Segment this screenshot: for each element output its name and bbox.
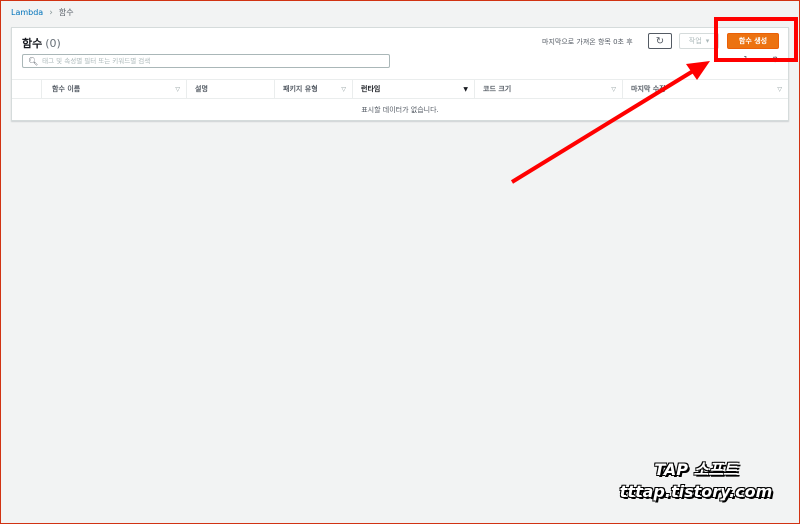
create-function-button[interactable]: 함수 생성 xyxy=(727,33,779,49)
sort-icon[interactable]: ▽ xyxy=(341,86,346,93)
column-label: 런타임 xyxy=(361,85,381,93)
column-header-runtime[interactable]: 런타임 ▼ xyxy=(353,80,475,98)
watermark-title: TAP 소프트 xyxy=(654,460,738,479)
sort-icon[interactable]: ▽ xyxy=(611,86,616,93)
select-column xyxy=(12,80,42,98)
column-header-package-type[interactable]: 패키지 유형 ▽ xyxy=(275,80,353,98)
refresh-icon: ↻ xyxy=(655,35,665,47)
pagination: ‹ 1 › ⚙ xyxy=(730,55,779,64)
actions-label: 작업 xyxy=(688,37,702,45)
column-label: 설명 xyxy=(195,85,208,93)
search-icon: 🔍︎ xyxy=(28,56,39,66)
refresh-button[interactable]: ↻ xyxy=(648,33,672,49)
breadcrumb-current: 함수 xyxy=(58,8,74,17)
sort-icon[interactable]: ▽ xyxy=(175,86,180,93)
column-label: 코드 크기 xyxy=(483,85,512,93)
page-title-text: 함수 xyxy=(22,37,43,50)
prev-page-button[interactable]: ‹ xyxy=(730,55,733,64)
breadcrumb: Lambda › 함수 xyxy=(11,7,74,18)
column-label: 함수 이름 xyxy=(52,85,81,93)
search-input[interactable] xyxy=(42,57,383,65)
watermark-url: tttap.tistory.com xyxy=(619,482,773,501)
caret-down-icon: ▾ xyxy=(705,37,710,45)
chevron-right-icon: › xyxy=(49,7,53,18)
functions-panel: 함수 (0) 마지막으로 가져온 항목 0초 후 ↻ 작업 ▾ 함수 생성 🔍︎ … xyxy=(11,27,789,121)
watermark: TAP 소프트 tttap.tistory.com xyxy=(616,456,776,501)
gear-icon[interactable]: ⚙ xyxy=(772,55,779,64)
sort-icon[interactable]: ▼ xyxy=(463,86,468,93)
page-title: 함수 (0) xyxy=(22,35,61,51)
column-header-function-name[interactable]: 함수 이름 ▽ xyxy=(42,80,187,98)
function-count: (0) xyxy=(45,37,61,50)
breadcrumb-lambda-link[interactable]: Lambda xyxy=(11,8,43,17)
column-header-last-modified[interactable]: 마지막 수정 ▽ xyxy=(623,80,788,98)
search-box: 🔍︎ xyxy=(22,54,390,68)
actions-dropdown[interactable]: 작업 ▾ xyxy=(679,33,719,49)
page-number[interactable]: 1 xyxy=(743,55,748,64)
column-header-description: 설명 xyxy=(187,80,275,98)
column-label: 패키지 유형 xyxy=(283,85,318,93)
next-page-button[interactable]: › xyxy=(758,55,761,64)
last-fetched-text: 마지막으로 가져온 항목 0초 후 xyxy=(542,38,633,46)
column-label: 마지막 수정 xyxy=(631,85,666,93)
table-header: 함수 이름 ▽ 설명 패키지 유형 ▽ 런타임 ▼ 코드 크기 ▽ 마지막 수정… xyxy=(12,79,788,99)
column-header-code-size[interactable]: 코드 크기 ▽ xyxy=(475,80,623,98)
empty-state-text: 표시할 데이터가 없습니다. xyxy=(361,106,439,114)
sort-icon[interactable]: ▽ xyxy=(777,86,782,93)
